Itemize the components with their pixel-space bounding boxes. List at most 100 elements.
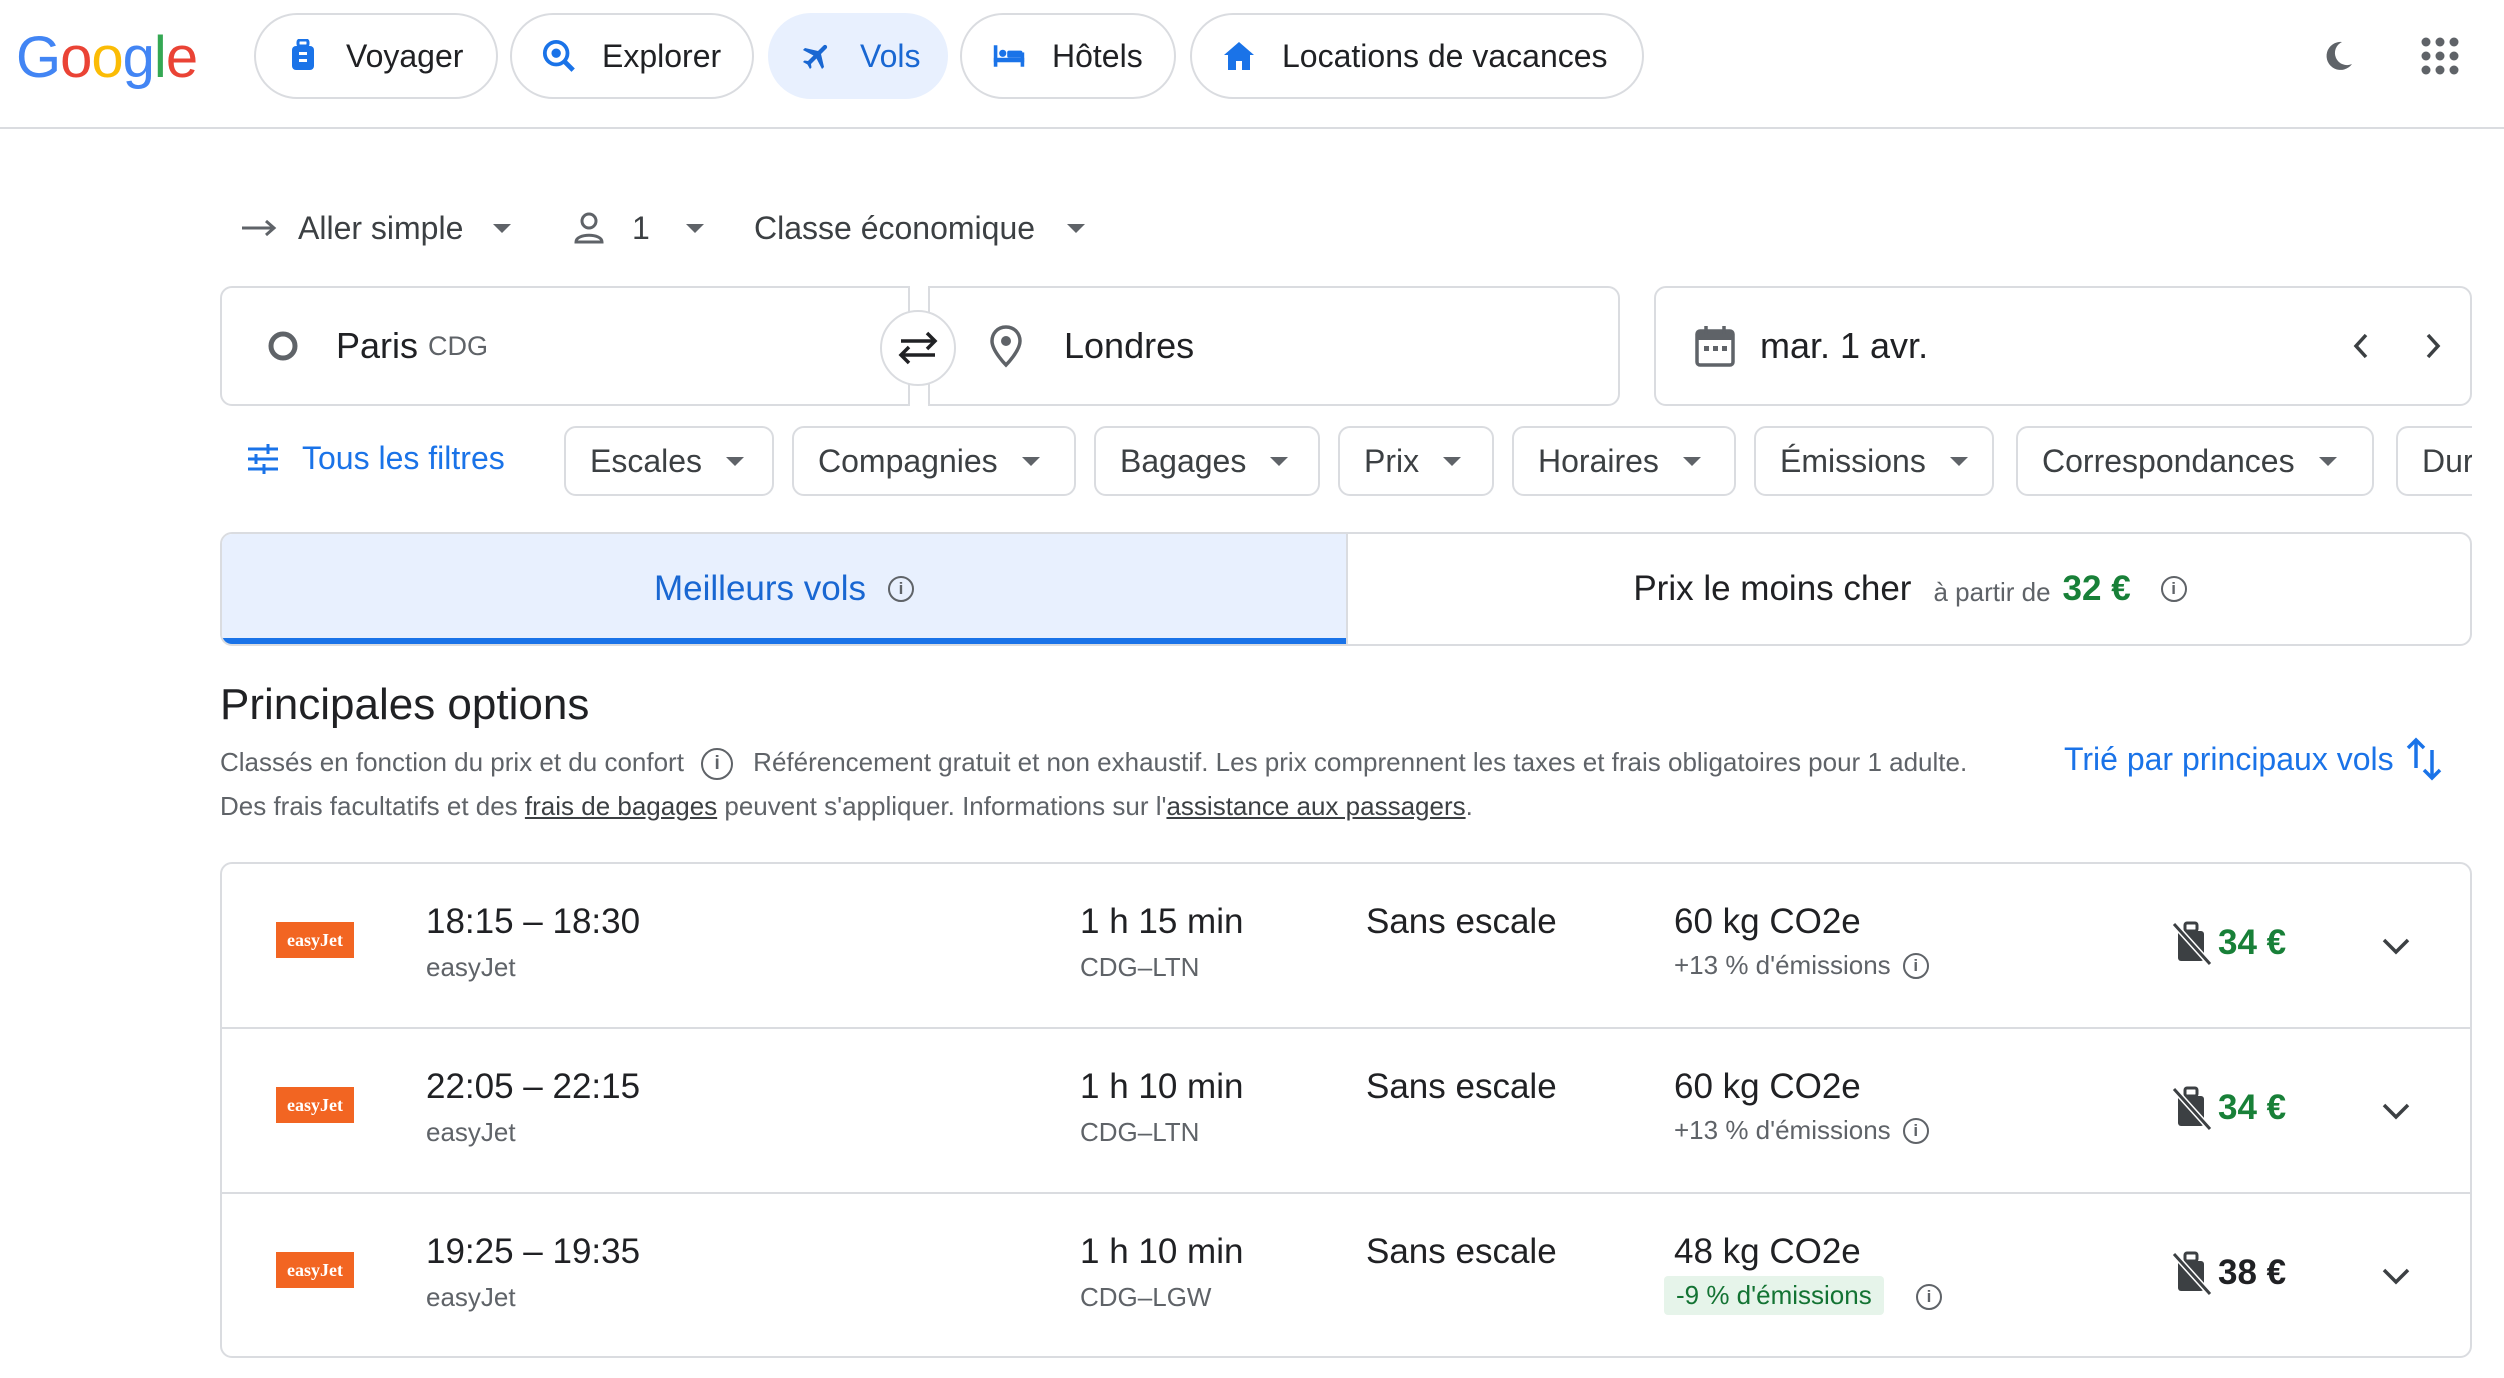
cheapest-prefix: à partir de: [1933, 576, 2051, 607]
date-value: mar. 1 avr.: [1760, 325, 1929, 366]
arrow-right-icon: [242, 219, 277, 237]
sort-button[interactable]: Trié par principaux vols: [2064, 736, 2444, 782]
nav-explorer[interactable]: Explorer: [510, 13, 754, 99]
baggage-fees-link[interactable]: frais de bagages: [525, 791, 717, 821]
price-value: 38 €: [2218, 1253, 2287, 1292]
flight-price[interactable]: 34 €: [2172, 1085, 2286, 1131]
tab-cheapest[interactable]: Prix le moins cher à partir de 32 € i: [1348, 534, 2470, 644]
filter-duree[interactable]: Dur: [2396, 426, 2472, 496]
destination-value: Londres: [1064, 325, 1195, 366]
cabin-class-select[interactable]: Classe économique: [754, 203, 1086, 253]
flight-stops: Sans escale: [1366, 1067, 1557, 1106]
info-icon[interactable]: i: [1902, 952, 1929, 979]
top-header: Google Voyager Explorer Vols Hôtels Loca…: [0, 0, 2504, 129]
info-icon[interactable]: i: [1916, 1284, 1942, 1310]
expand-chevron-icon[interactable]: [2378, 1258, 2414, 1294]
dark-mode-icon[interactable]: [2316, 34, 2360, 78]
all-filters-button[interactable]: Tous les filtres: [246, 440, 505, 477]
flight-price[interactable]: 38 €: [2172, 1250, 2286, 1296]
emissions-badge: +13 % d'émissions i: [1674, 950, 1929, 981]
filter-compagnies[interactable]: Compagnies: [792, 426, 1076, 496]
calendar-icon: [1695, 326, 1735, 367]
explore-icon: [542, 39, 576, 73]
expand-chevron-icon[interactable]: [2378, 928, 2414, 964]
person-icon: [574, 212, 604, 244]
dropdown-caret-icon: [1949, 456, 1968, 466]
dropdown-caret-icon: [1270, 456, 1289, 466]
next-date-icon[interactable]: [2418, 331, 2446, 361]
emissions-badge: +13 % d'émissions i: [1674, 1115, 1929, 1146]
passenger-assistance-link[interactable]: assistance aux passagers: [1166, 791, 1465, 821]
previous-date-icon[interactable]: [2348, 331, 2376, 361]
google-logo[interactable]: Google: [16, 24, 198, 91]
easyjet-logo: easyJet: [276, 922, 354, 958]
chip-label: Émissions: [1780, 442, 1926, 479]
flight-times: 18:15 – 18:30: [426, 902, 641, 941]
nav-label: Locations de vacances: [1282, 37, 1608, 74]
co2-emissions: 60 kg CO2e: [1674, 902, 1861, 941]
easyjet-logo: easyJet: [276, 1087, 354, 1123]
logo-letter: G: [16, 25, 61, 90]
origin-value: Paris: [336, 325, 419, 366]
expand-chevron-icon[interactable]: [2378, 1093, 2414, 1129]
sort-label: Trié par principaux vols: [2064, 740, 2394, 777]
no-carry-on-bag-icon: [2172, 1086, 2212, 1131]
nav-voyager[interactable]: Voyager: [254, 13, 498, 99]
disclaimer-part-2: peuvent s'appliquer. Informations sur l': [717, 791, 1167, 821]
easyjet-logo: easyJet: [276, 1252, 354, 1288]
section-title: Principales options: [220, 680, 590, 729]
sort-arrows-icon: [2406, 737, 2441, 781]
flight-row[interactable]: easyJet 22:05 – 22:15 easyJet 1 h 10 min…: [222, 1029, 2470, 1194]
logo-letter: l: [153, 25, 167, 90]
trip-type-select[interactable]: Aller simple: [240, 203, 512, 253]
price-value: 34 €: [2218, 1088, 2287, 1127]
info-icon[interactable]: i: [2160, 576, 2187, 602]
apps-grid-icon[interactable]: [2418, 34, 2462, 78]
filter-prix[interactable]: Prix: [1338, 426, 1494, 496]
origin-circle-icon: [268, 331, 298, 361]
filter-emissions[interactable]: Émissions: [1754, 426, 1994, 496]
co2-emissions: 48 kg CO2e: [1674, 1232, 1861, 1271]
flight-row[interactable]: easyJet 18:15 – 18:30 easyJet 1 h 15 min…: [222, 864, 2470, 1029]
nav-locations[interactable]: Locations de vacances: [1190, 13, 1644, 99]
info-icon[interactable]: i: [1902, 1117, 1929, 1144]
chip-label: Dur: [2422, 442, 2472, 479]
flight-route: CDG–LTN: [1080, 1117, 1200, 1147]
sort-tabs: Meilleurs vols i Prix le moins cher à pa…: [220, 532, 2472, 646]
filter-escales[interactable]: Escales: [564, 426, 774, 496]
info-icon[interactable]: i: [701, 748, 734, 781]
trip-type-label: Aller simple: [298, 209, 464, 246]
filter-horaires[interactable]: Horaires: [1512, 426, 1736, 496]
destination-field[interactable]: Londres: [928, 286, 1620, 406]
swap-button[interactable]: [880, 310, 956, 386]
tab-best-flights[interactable]: Meilleurs vols i: [222, 534, 1348, 644]
origin-field[interactable]: Paris CDG: [220, 286, 910, 406]
passengers-select[interactable]: 1: [572, 203, 704, 253]
info-icon[interactable]: i: [888, 576, 914, 602]
dropdown-caret-icon: [685, 223, 704, 233]
passengers-count: 1: [632, 209, 650, 246]
chip-label: Compagnies: [818, 442, 998, 479]
nav-label: Explorer: [602, 37, 722, 74]
nav-hotels[interactable]: Hôtels: [960, 13, 1176, 99]
logo-letter: g: [122, 25, 155, 90]
nav-label: Vols: [860, 37, 921, 74]
flight-duration: 1 h 10 min: [1080, 1067, 1244, 1106]
flight-stops: Sans escale: [1366, 1232, 1557, 1271]
cabin-class-label: Classe économique: [754, 209, 1036, 246]
tab-cheapest-label: Prix le moins cher: [1633, 569, 1912, 608]
dropdown-caret-icon: [2318, 456, 2337, 466]
logo-letter: o: [91, 25, 123, 90]
filter-correspondances[interactable]: Correspondances: [2016, 426, 2374, 496]
flight-price[interactable]: 34 €: [2172, 920, 2286, 966]
flight-row[interactable]: easyJet 19:25 – 19:35 easyJet 1 h 10 min…: [222, 1194, 2470, 1356]
dropdown-caret-icon: [1021, 456, 1040, 466]
nav-label: Hôtels: [1052, 37, 1143, 74]
luggage-icon: [286, 39, 320, 73]
flight-route: CDG–LGW: [1080, 1282, 1212, 1312]
nav-vols[interactable]: Vols: [768, 13, 948, 99]
logo-letter: o: [60, 25, 92, 90]
disclaimer-part-3: .: [1465, 791, 1473, 821]
nav-label: Voyager: [346, 37, 464, 74]
filter-bagages[interactable]: Bagages: [1094, 426, 1320, 496]
